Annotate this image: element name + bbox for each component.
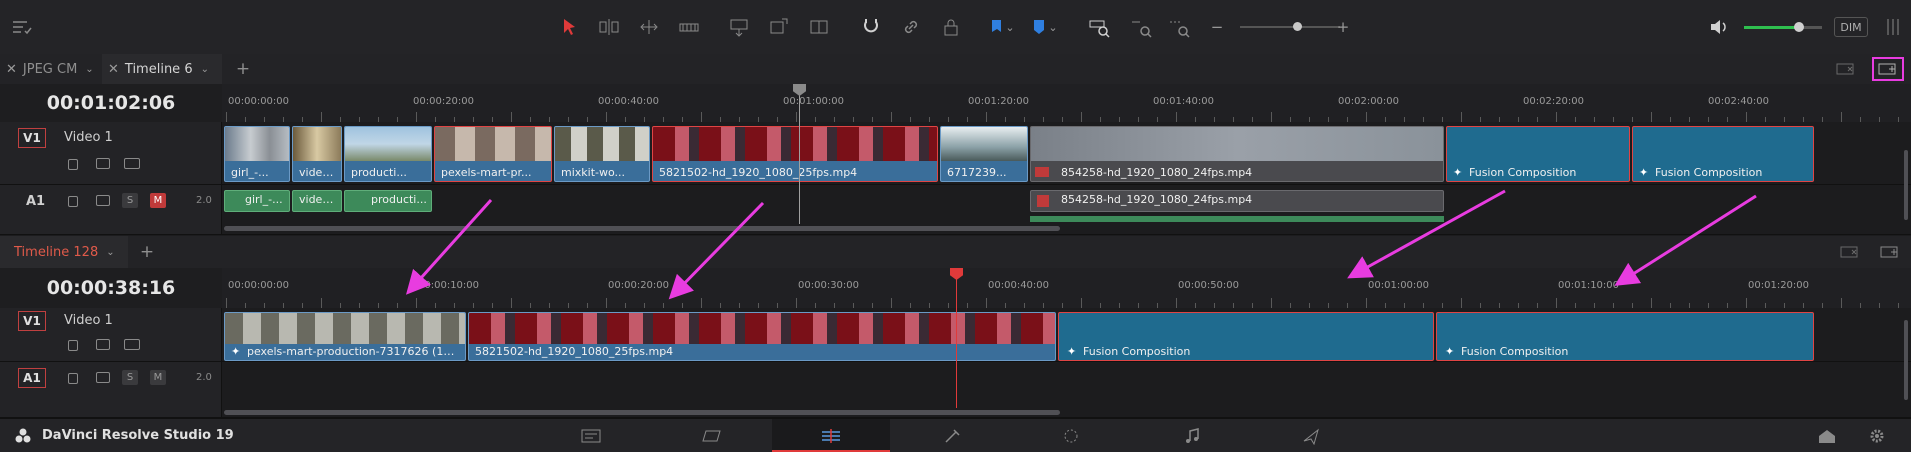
page-navigation-bar: DaVinci Resolve Studio 19 xyxy=(0,418,1911,452)
annotation-arrow xyxy=(405,198,493,295)
gear-icon[interactable] xyxy=(1864,425,1890,447)
edit-page-tab[interactable] xyxy=(772,419,890,452)
app-name: DaVinci Resolve Studio 19 xyxy=(42,428,234,443)
color-page-icon[interactable] xyxy=(1058,425,1084,447)
cut-page-icon[interactable] xyxy=(698,425,724,447)
edit-page-icon[interactable] xyxy=(818,425,844,447)
annotation-arrow xyxy=(668,201,765,300)
annotation-arrow xyxy=(1614,194,1757,286)
fusion-page-icon[interactable] xyxy=(940,425,966,447)
annotation-arrow xyxy=(1347,189,1506,279)
deliver-page-icon[interactable] xyxy=(1298,425,1324,447)
media-page-icon[interactable] xyxy=(578,425,604,447)
annotation-arrows xyxy=(405,189,1757,300)
resolve-logo-icon xyxy=(14,427,32,445)
fairlight-page-icon[interactable] xyxy=(1180,425,1206,447)
home-icon[interactable] xyxy=(1814,425,1840,447)
